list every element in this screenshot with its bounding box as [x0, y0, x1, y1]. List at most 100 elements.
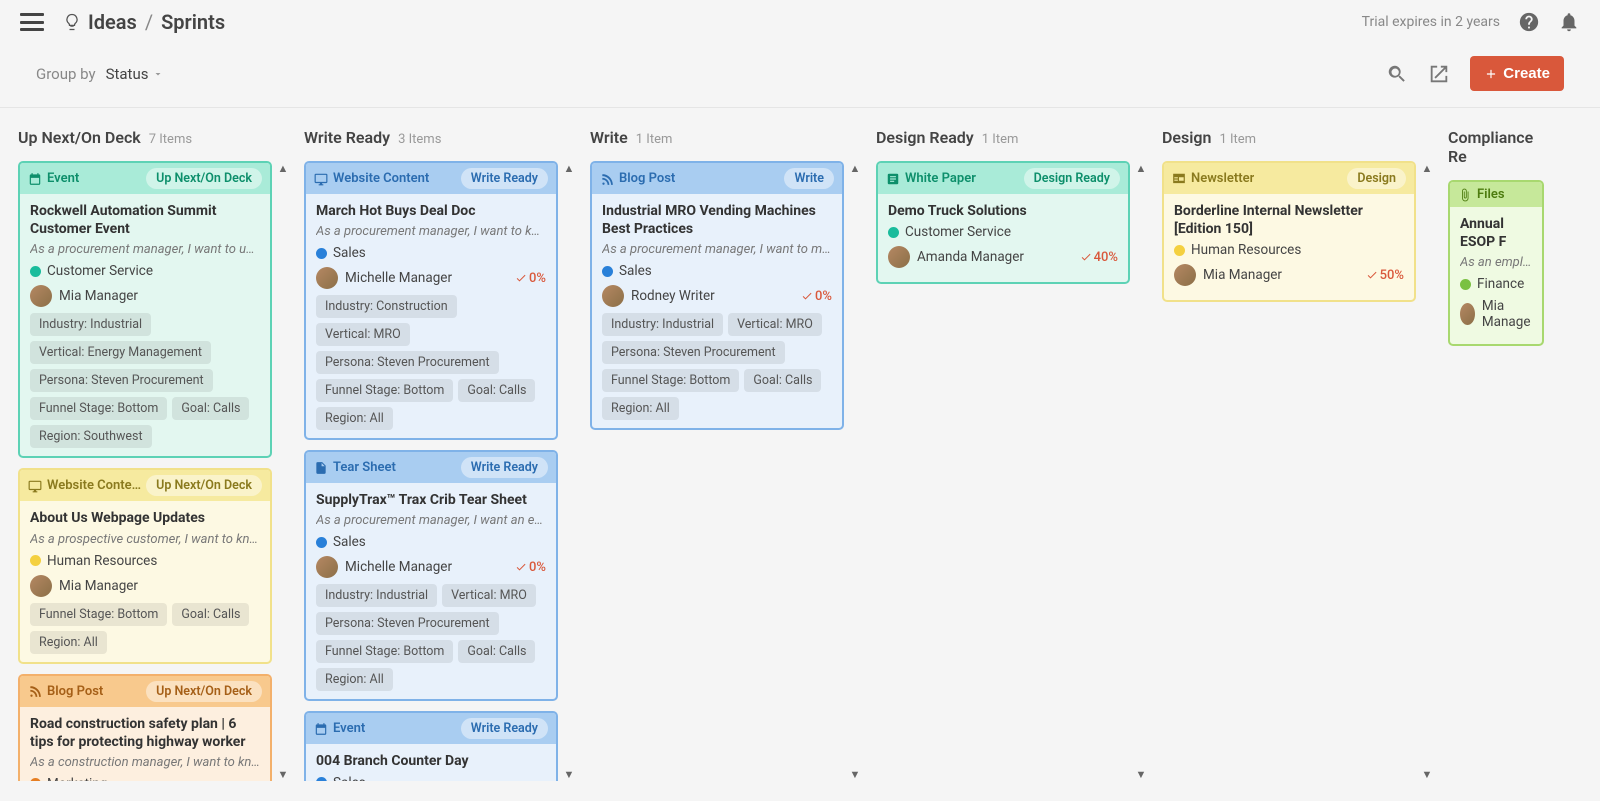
scroll-down-icon[interactable]: ▼ [562, 768, 576, 781]
card[interactable]: Blog Post Write Industrial MRO Vending M… [590, 161, 844, 430]
topbar: Ideas / Sprints Trial expires in 2 years [0, 0, 1600, 44]
card[interactable]: Tear Sheet Write Ready SupplyTrax™ Trax … [304, 450, 558, 701]
avatar [1174, 264, 1196, 286]
tag[interactable]: Vertical: MRO [442, 584, 536, 607]
scroll-down-icon[interactable]: ▼ [276, 768, 290, 781]
scroll-up-icon[interactable]: ▲ [1420, 162, 1434, 175]
card-desc: As a procurement manager, I want to unde… [30, 242, 260, 257]
card-desc: As a procurement manager, I want an easi… [316, 513, 546, 528]
groupby-select[interactable]: Status [106, 65, 165, 83]
breadcrumb-sep: / [145, 10, 153, 34]
card-status: Up Next/On Deck [146, 168, 262, 189]
column-body[interactable]: Newsletter Design Borderline Internal Ne… [1162, 161, 1420, 302]
card-title: SupplyTrax™ Trax Crib Tear Sheet [316, 491, 546, 509]
column-title: Design Ready [876, 128, 974, 147]
tag[interactable]: Vertical: MRO [728, 313, 822, 336]
card[interactable]: White Paper Design Ready Demo Truck Solu… [876, 161, 1130, 284]
tag[interactable]: Vertical: MRO [316, 323, 410, 346]
column-body[interactable]: Files Annual ESOP FAs an employee-oFinan… [1448, 180, 1548, 346]
card-title: About Us Webpage Updates [30, 509, 260, 527]
avatar [316, 267, 338, 289]
card-title: Annual ESOP F [1460, 215, 1532, 251]
card-dept: Sales [602, 263, 832, 279]
tag[interactable]: Funnel Stage: Bottom [316, 379, 453, 402]
menu-icon[interactable] [20, 13, 44, 31]
tag[interactable]: Funnel Stage: Bottom [316, 640, 453, 663]
tag[interactable]: Region: All [30, 631, 107, 654]
card-dept: Human Resources [1174, 242, 1404, 258]
card-tags: Industry: IndustrialVertical: MRO Persona… [306, 584, 556, 691]
column-body[interactable]: Event Up Next/On Deck Rockwell Automatio… [18, 161, 276, 781]
card-status: Design Ready [1024, 168, 1120, 189]
tag[interactable]: Region: All [316, 668, 393, 691]
card[interactable]: Event Up Next/On Deck Rockwell Automatio… [18, 161, 272, 458]
card-type: Blog Post [28, 684, 103, 699]
card-title: Borderline Internal Newsletter [Edition … [1174, 202, 1404, 238]
card-title: Demo Truck Solutions [888, 202, 1118, 220]
scroll-down-icon[interactable]: ▼ [1420, 768, 1434, 781]
scroll-down-icon[interactable]: ▼ [848, 768, 862, 781]
tag[interactable]: Industry: Construction [316, 295, 457, 318]
tag[interactable]: Funnel Stage: Bottom [602, 369, 739, 392]
card-head: Newsletter Design [1164, 163, 1414, 194]
scroll-up-icon[interactable]: ▲ [562, 162, 576, 175]
scroll-up-icon[interactable]: ▲ [1134, 162, 1148, 175]
avatar [1460, 303, 1475, 325]
card-status: Design [1347, 168, 1406, 189]
card-tags: Industry: Construction Vertical: MRO Perso… [306, 295, 556, 430]
tag[interactable]: Goal: Calls [172, 397, 249, 420]
column-body[interactable]: White Paper Design Ready Demo Truck Solu… [876, 161, 1134, 284]
tag[interactable]: Industry: Industrial [30, 313, 151, 336]
card-assignee: Mia Manager50% [1174, 264, 1404, 286]
scroll-up-icon[interactable]: ▲ [848, 162, 862, 175]
tag[interactable]: Persona: Steven Procurement [30, 369, 213, 392]
tag[interactable]: Persona: Steven Procurement [316, 351, 499, 374]
avatar [602, 285, 624, 307]
tag[interactable]: Region: All [316, 407, 393, 430]
card[interactable]: Website Content Write Ready March Hot Bu… [304, 161, 558, 440]
share-icon[interactable] [1428, 63, 1450, 85]
breadcrumb-root[interactable]: Ideas [88, 10, 137, 34]
card-type: Tear Sheet [314, 460, 396, 475]
tag[interactable]: Funnel Stage: Bottom [30, 603, 167, 626]
breadcrumb-leaf[interactable]: Sprints [161, 10, 225, 34]
column-count: 1 Item [1219, 132, 1256, 147]
tag[interactable]: Region: Southwest [30, 425, 152, 448]
card-dept: Marketing [30, 776, 260, 781]
column: Design Ready1 Item White Paper Design Re… [876, 128, 1134, 781]
card[interactable]: Website Conte… Up Next/On Deck About Us … [18, 468, 272, 663]
column-title: Design [1162, 128, 1211, 147]
card-head: Event Write Ready [306, 713, 556, 744]
card-title: March Hot Buys Deal Doc [316, 202, 546, 220]
card-assignee: Rodney Writer0% [602, 285, 832, 307]
tag[interactable]: Region: All [602, 397, 679, 420]
card-type: Newsletter [1172, 171, 1254, 186]
search-icon[interactable] [1386, 63, 1408, 85]
tag[interactable]: Funnel Stage: Bottom [30, 397, 167, 420]
groupby-label: Group by [36, 65, 96, 83]
tag[interactable]: Goal: Calls [744, 369, 821, 392]
card-dept: Customer Service [30, 263, 260, 279]
tag[interactable]: Vertical: Energy Management [30, 341, 211, 364]
tag[interactable]: Persona: Steven Procurement [316, 612, 499, 635]
column-body[interactable]: Website Content Write Ready March Hot Bu… [304, 161, 562, 781]
tag[interactable]: Goal: Calls [172, 603, 249, 626]
scroll-up-icon[interactable]: ▲ [276, 162, 290, 175]
card[interactable]: Newsletter Design Borderline Internal Ne… [1162, 161, 1416, 302]
tag[interactable]: Persona: Steven Procurement [602, 341, 785, 364]
card[interactable]: Files Annual ESOP FAs an employee-oFinan… [1448, 180, 1544, 346]
tag[interactable]: Goal: Calls [458, 640, 535, 663]
card-status: Up Next/On Deck [146, 475, 262, 496]
help-icon[interactable] [1518, 11, 1540, 33]
bell-icon[interactable] [1558, 11, 1580, 33]
card[interactable]: Blog Post Up Next/On Deck Road construct… [18, 674, 272, 781]
scroll-down-icon[interactable]: ▼ [1134, 768, 1148, 781]
column-title: Compliance Re [1448, 128, 1540, 166]
card-head: Event Up Next/On Deck [20, 163, 270, 194]
create-button[interactable]: Create [1470, 56, 1564, 91]
column-body[interactable]: Blog Post Write Industrial MRO Vending M… [590, 161, 848, 430]
tag[interactable]: Industry: Industrial [316, 584, 437, 607]
tag[interactable]: Industry: Industrial [602, 313, 723, 336]
card[interactable]: Event Write Ready 004 Branch Counter Day… [304, 711, 558, 781]
tag[interactable]: Goal: Calls [458, 379, 535, 402]
